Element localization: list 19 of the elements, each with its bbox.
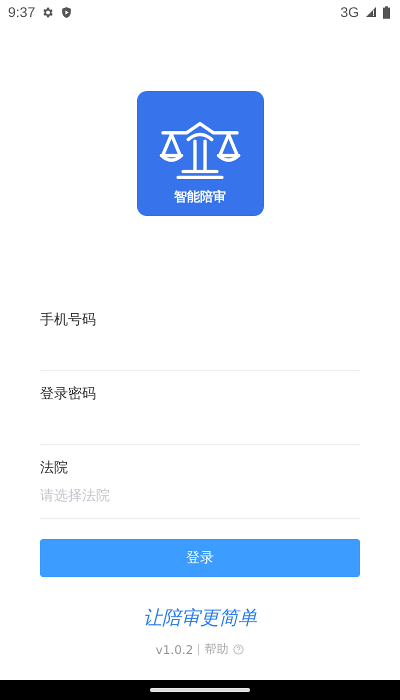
scales-icon xyxy=(158,121,242,180)
help-link[interactable]: 帮助 xyxy=(204,641,228,658)
field-label: 手机号码 xyxy=(40,311,97,330)
field-label: 法院 xyxy=(40,459,69,478)
settings-icon xyxy=(41,6,54,18)
network-type: 3G xyxy=(340,4,359,20)
version-text: v1.0.2 xyxy=(156,642,194,656)
signal-icon xyxy=(365,6,377,18)
field-label: 登录密码 xyxy=(40,385,97,404)
login-button[interactable]: 登录 xyxy=(40,539,360,577)
home-handle[interactable] xyxy=(150,688,250,692)
shield-icon xyxy=(60,6,74,18)
battery-icon xyxy=(383,6,390,18)
input-field[interactable]: 请选择法院 xyxy=(40,478,360,519)
help-icon[interactable] xyxy=(233,644,244,655)
logo-title: 智能陪审 xyxy=(174,188,226,206)
placeholder-text: 请选择法院 xyxy=(40,487,110,506)
slogan: 让陪审更简单 xyxy=(142,606,258,631)
status-time: 9:37 xyxy=(8,4,36,20)
